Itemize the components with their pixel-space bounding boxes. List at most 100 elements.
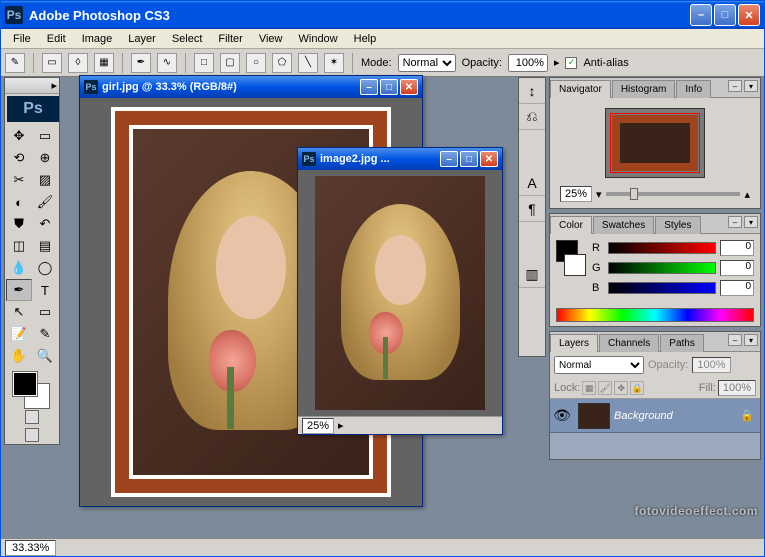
panel-collapse-icon[interactable]: –	[728, 216, 742, 228]
history-brush-tool[interactable]: ↶	[32, 213, 58, 235]
tab-color[interactable]: Color	[550, 216, 592, 234]
tool-preset-icon[interactable]: ✎	[5, 53, 25, 73]
line-shape-icon[interactable]: ╲	[298, 53, 318, 73]
navigator-zoom-slider[interactable]	[606, 192, 741, 196]
doc2-titlebar[interactable]: Ps image2.jpg ... – □ ✕	[298, 148, 502, 170]
eyedropper-tool[interactable]: ✎	[32, 323, 58, 345]
color-bg-swatch[interactable]	[564, 254, 586, 276]
menu-edit[interactable]: Edit	[39, 31, 74, 47]
tab-histogram[interactable]: Histogram	[612, 80, 676, 98]
tab-navigator[interactable]: Navigator	[550, 80, 611, 98]
layer-name[interactable]: Background	[614, 410, 673, 422]
move-tool[interactable]: ✥	[6, 125, 32, 147]
r-value[interactable]: 0	[720, 240, 754, 256]
foreground-color[interactable]	[13, 372, 37, 396]
custom-shape-icon[interactable]: ✶	[324, 53, 344, 73]
panel-menu-icon[interactable]: ▾	[744, 334, 758, 346]
pen-tool[interactable]: ✒	[6, 279, 32, 301]
panel-collapse-icon[interactable]: –	[728, 334, 742, 346]
color-ramp[interactable]	[556, 308, 754, 322]
b-slider[interactable]	[608, 282, 716, 294]
quick-select-tool[interactable]: ⊕	[32, 147, 58, 169]
shape-tool[interactable]: ▭	[32, 301, 58, 323]
fill-pixels-icon[interactable]: ▦	[94, 53, 114, 73]
brush-tool[interactable]: 🖌	[32, 191, 58, 213]
b-value[interactable]: 0	[720, 280, 754, 296]
visibility-eye-icon[interactable]: 👁	[550, 407, 574, 424]
pen-icon[interactable]: ✒	[131, 53, 151, 73]
doc1-minimize-button[interactable]: –	[360, 79, 378, 95]
menu-layer[interactable]: Layer	[120, 31, 164, 47]
slice-tool[interactable]: ▨	[32, 169, 58, 191]
type-tool[interactable]: T	[32, 279, 58, 301]
menu-view[interactable]: View	[251, 31, 291, 47]
panel-menu-icon[interactable]: ▾	[744, 80, 758, 92]
marquee-tool[interactable]: ▭	[32, 125, 58, 147]
doc2-canvas[interactable]	[298, 170, 502, 416]
lasso-tool[interactable]: ⟲	[6, 147, 32, 169]
shape-layer-icon[interactable]: ▭	[42, 53, 62, 73]
mode-select[interactable]: Normal	[398, 54, 456, 72]
polygon-shape-icon[interactable]: ⬠	[272, 53, 292, 73]
menu-select[interactable]: Select	[164, 31, 211, 47]
zoom-out-icon[interactable]: ▾	[596, 188, 602, 201]
navigator-view-box[interactable]	[610, 113, 700, 173]
doc2-minimize-button[interactable]: –	[440, 151, 458, 167]
freeform-pen-icon[interactable]: ∿	[157, 53, 177, 73]
blur-tool[interactable]: 💧	[6, 257, 32, 279]
gradient-tool[interactable]: ▤	[32, 235, 58, 257]
notes-tool[interactable]: 📝	[6, 323, 32, 345]
hand-tool[interactable]: ✋	[6, 345, 32, 367]
eraser-tool[interactable]: ◫	[6, 235, 32, 257]
doc2-zoom[interactable]: 25%	[302, 418, 334, 434]
minimize-button[interactable]: –	[690, 4, 712, 26]
document-zoom[interactable]: 33.33%	[5, 540, 56, 556]
tab-swatches[interactable]: Swatches	[593, 216, 654, 234]
paragraph-panel-icon[interactable]: ¶	[519, 196, 545, 222]
fill-value[interactable]: 100%	[718, 380, 756, 396]
rect-shape-icon[interactable]: □	[194, 53, 214, 73]
panel-collapse-icon[interactable]: –	[728, 80, 742, 92]
brushes-panel-icon[interactable]: ↕	[519, 78, 545, 104]
menu-image[interactable]: Image	[74, 31, 121, 47]
panel-menu-icon[interactable]: ▾	[744, 216, 758, 228]
g-value[interactable]: 0	[720, 260, 754, 276]
tab-channels[interactable]: Channels	[599, 334, 659, 352]
doc2-close-button[interactable]: ✕	[480, 151, 498, 167]
doc2-maximize-button[interactable]: □	[460, 151, 478, 167]
menu-window[interactable]: Window	[291, 31, 346, 47]
quick-mask-icon[interactable]	[25, 410, 39, 424]
dodge-tool[interactable]: ◯	[32, 257, 58, 279]
close-button[interactable]: ✕	[738, 4, 760, 26]
zoom-in-icon[interactable]: ▴	[744, 188, 750, 201]
doc1-maximize-button[interactable]: □	[380, 79, 398, 95]
heal-tool[interactable]: ◐	[6, 191, 32, 213]
screen-mode-icon[interactable]	[25, 428, 39, 442]
toolbox-header[interactable]: ▸	[5, 78, 59, 94]
character-panel-icon[interactable]: A	[519, 170, 545, 196]
lock-transparent-icon[interactable]: ▦	[582, 381, 596, 395]
layer-comps-icon[interactable]: ▥	[519, 262, 545, 288]
g-slider[interactable]	[608, 262, 716, 274]
blend-mode-select[interactable]: Normal	[554, 356, 644, 374]
document-window-2[interactable]: Ps image2.jpg ... – □ ✕ 25% ▸	[297, 147, 503, 435]
rounded-rect-icon[interactable]: ▢	[220, 53, 240, 73]
doc1-titlebar[interactable]: Ps girl.jpg @ 33.3% (RGB/8#) – □ ✕	[80, 76, 422, 98]
tab-styles[interactable]: Styles	[655, 216, 700, 234]
doc1-close-button[interactable]: ✕	[400, 79, 418, 95]
antialias-checkbox[interactable]: ✓	[565, 57, 577, 69]
r-slider[interactable]	[608, 242, 716, 254]
navigator-zoom-value[interactable]: 25%	[560, 186, 592, 202]
navigator-thumbnail[interactable]	[605, 108, 705, 178]
layer-thumbnail[interactable]	[578, 403, 610, 429]
path-icon[interactable]: ◊	[68, 53, 88, 73]
lock-position-icon[interactable]: ✥	[614, 381, 628, 395]
layer-opacity-value[interactable]: 100%	[692, 357, 730, 373]
menu-help[interactable]: Help	[346, 31, 385, 47]
tab-paths[interactable]: Paths	[660, 334, 704, 352]
tab-layers[interactable]: Layers	[550, 334, 598, 352]
zoom-tool[interactable]: 🔍	[32, 345, 58, 367]
menu-filter[interactable]: Filter	[210, 31, 250, 47]
crop-tool[interactable]: ✂	[6, 169, 32, 191]
clone-source-icon[interactable]: ⎌	[519, 104, 545, 130]
